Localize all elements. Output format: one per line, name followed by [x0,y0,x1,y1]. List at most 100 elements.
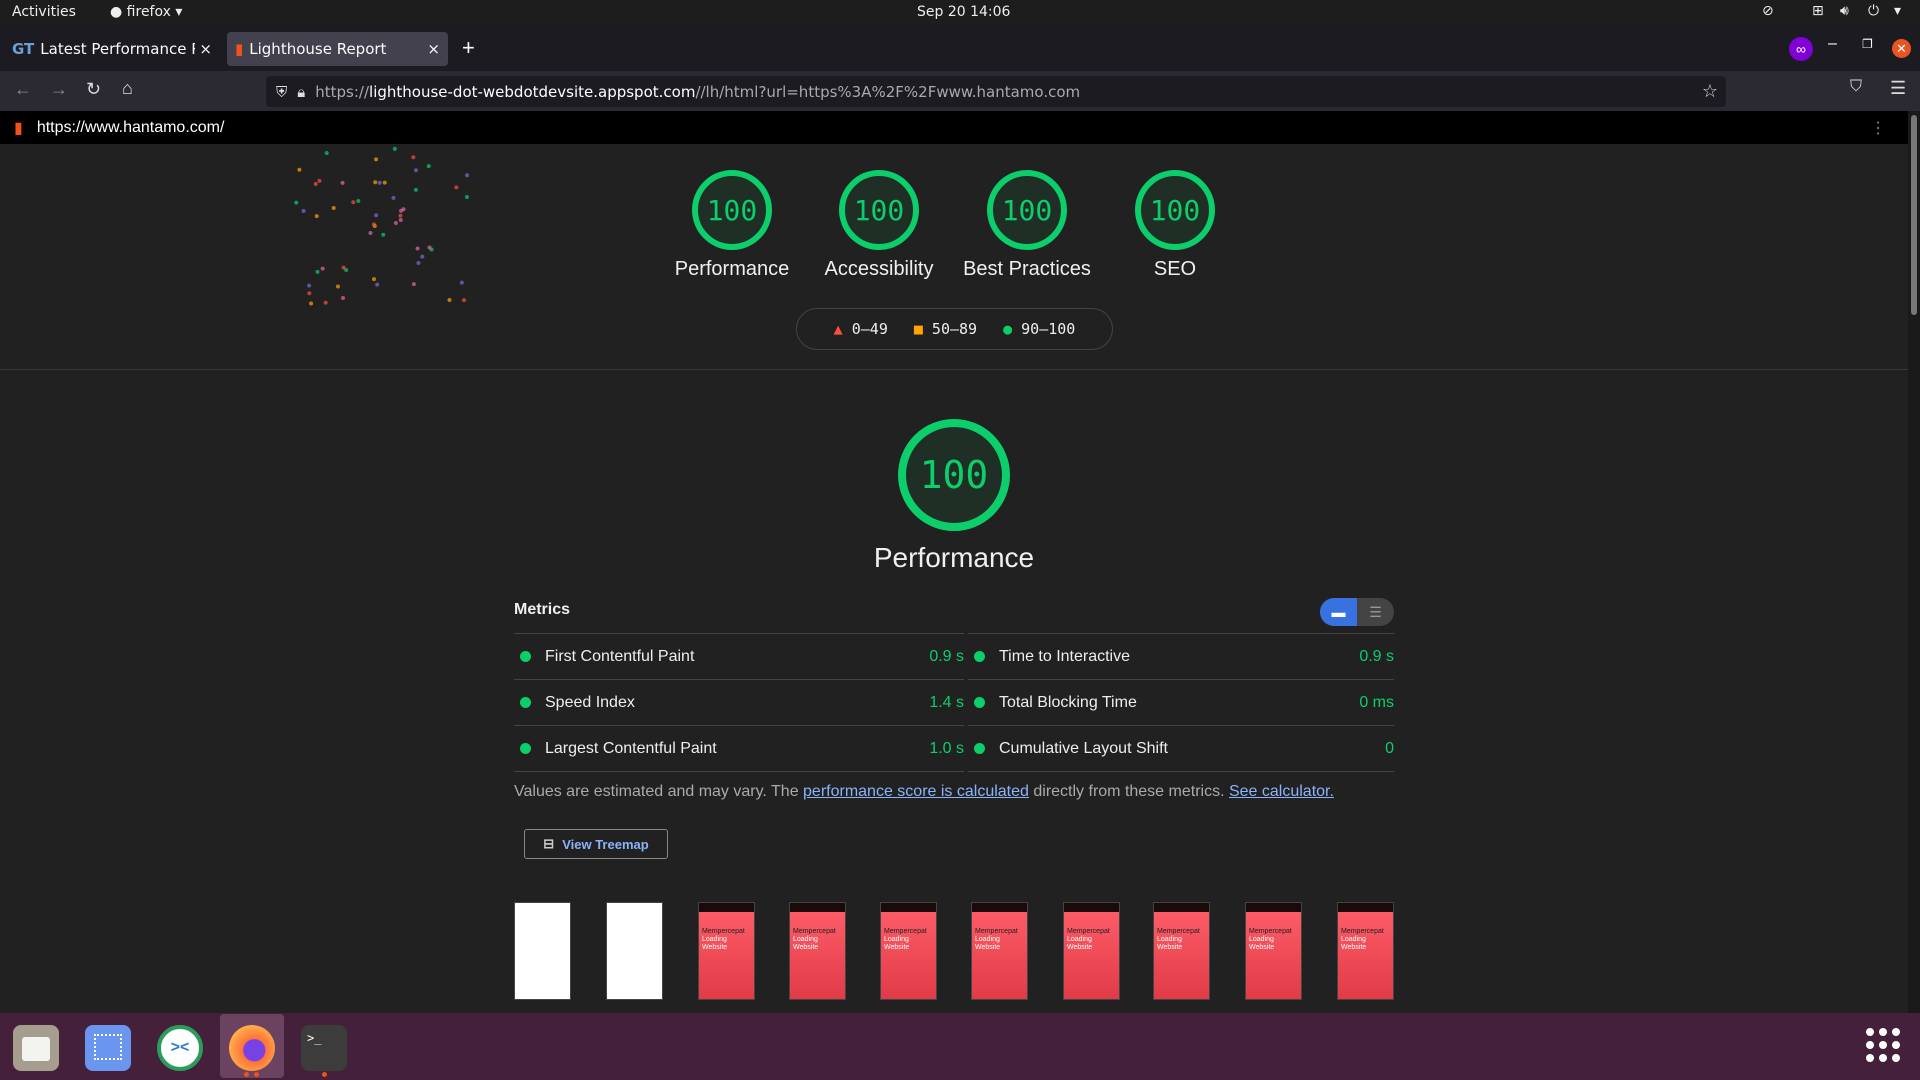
tab-lighthouse-report[interactable]: ▮ Lighthouse Report × [227,32,448,66]
confetti-dot [309,301,314,306]
frame-text: Website [975,944,1001,951]
tab-bar: GT Latest Performance Repo × ▮ Lighthous… [0,27,1920,71]
forward-icon[interactable]: → [50,79,68,100]
bookmark-star-icon[interactable]: ☆ [1702,81,1718,102]
url-scheme: https:// [315,82,370,101]
metric-label: Largest Contentful Paint [545,739,717,757]
legend-pass: ● 90–100 [1003,320,1075,338]
confetti-dot [392,146,397,151]
close-window-icon[interactable]: ✕ [1892,39,1911,58]
terminal-app-icon[interactable]: >_ [301,1025,347,1071]
metric-value: 1.0 s [929,739,964,757]
score-calculated-link[interactable]: performance score is calculated [803,783,1029,800]
pass-circle-icon [974,651,985,662]
compact-view-icon[interactable]: ▬ [1320,598,1357,626]
score: 100 [1135,170,1215,250]
close-tab-icon[interactable]: × [199,40,212,58]
expanded-view-icon[interactable]: ☰ [1357,598,1394,626]
metric-row: Largest Contentful Paint 1.0 s [514,726,964,772]
confetti-dot [374,157,379,162]
lock-icon[interactable]: 🔒︎ [297,83,305,101]
confetti-dot [391,195,396,200]
gauge-label: Performance [674,258,790,280]
network-icon[interactable]: ⊞ [1812,3,1824,19]
remote-desktop-app-icon[interactable]: >< [157,1025,203,1071]
tested-url-link[interactable]: https://www.hantamo.com/ [37,119,225,137]
files-app-icon[interactable] [13,1025,59,1071]
confetti-dot [462,298,467,303]
back-icon[interactable]: ← [14,79,32,100]
lighthouse-favicon-icon: ▮ [235,40,244,58]
more-options-icon[interactable]: ⋮ [1870,118,1886,138]
confetti-dot [320,266,325,271]
report-topbar: ▮ https://www.hantamo.com/ ⋮ [0,111,1908,144]
firefox-app-icon[interactable] [229,1025,275,1071]
confetti-dot [382,180,387,185]
close-tab-icon[interactable]: × [427,40,440,58]
home-icon[interactable]: ⌂ [122,78,133,99]
filmstrip-frame: Mempercepat Loading Website [789,902,846,1000]
gauge-performance[interactable]: 100 Performance [652,170,812,281]
confetti-dot [377,180,382,185]
system-menu-chevron-icon[interactable]: ▾ [1894,3,1901,19]
system-top-bar: Activities ● firefox ▾ Sep 20 14:06 ⊘ ⊞ … [0,0,1920,27]
confetti-dot [351,200,356,205]
frame-text: Loading [1249,936,1274,943]
frame-text: Mempercepat [1249,928,1292,935]
confetti-dot [341,296,346,301]
confetti-dot [411,282,416,287]
dock [0,1013,1920,1080]
frame-text: Website [793,944,819,951]
score: 100 [839,170,919,250]
activities-button[interactable]: Activities [12,4,76,20]
confetti-dot [447,297,452,302]
divider [0,369,1908,370]
show-apps-grid-icon[interactable] [1866,1028,1900,1062]
screenshot-app-icon[interactable] [85,1025,131,1071]
view-treemap-button[interactable]: ⊟ View Treemap [524,829,668,859]
remote-icon[interactable]: ⊘ [1762,3,1774,19]
gauge-seo[interactable]: 100 SEO [1095,170,1255,281]
confetti-dot [294,200,299,205]
filmstrip-frame: Mempercepat Loading Website [1245,902,1302,1000]
menu-icon[interactable]: ☰ [1890,78,1906,99]
tab-label: Latest Performance Repo [40,40,195,58]
confetti-dot [301,208,306,213]
pocket-icon[interactable]: ⛉ [1850,78,1862,96]
legend-fail: ▲ 0–49 [834,320,888,338]
tab-label: Lighthouse Report [249,40,387,58]
frame-text: Loading [793,936,818,943]
frame-text: Website [1249,944,1275,951]
address-bar[interactable]: ⛨ 🔒︎ https://lighthouse-dot-webdotdevsit… [266,76,1726,107]
gauge-accessibility[interactable]: 100 Accessibility [799,170,959,281]
tab-latest-performance-report[interactable]: GT Latest Performance Repo × [4,32,220,66]
metrics-view-toggle[interactable]: ▬ ☰ [1320,598,1394,626]
gt-favicon-icon: GT [12,40,35,58]
tracking-shield-icon[interactable]: ⛨ [276,83,287,101]
frame-text: Loading [975,936,1000,943]
restore-icon[interactable]: ❐ [1862,37,1873,51]
pass-circle-icon [520,651,531,662]
lighthouse-logo-icon: ▮ [14,119,23,137]
frame-text: Mempercepat [1067,928,1110,935]
confetti-dot [420,254,425,259]
circle-icon: ● [1003,320,1013,338]
frame-text: Mempercepat [1341,928,1384,935]
gauge-best-practices[interactable]: 100 Best Practices [947,170,1107,281]
clock[interactable]: Sep 20 14:06 [917,4,1010,20]
frame-text: Mempercepat [975,928,1018,935]
confetti-dot [368,231,373,236]
new-tab-icon[interactable]: + [462,35,475,61]
reload-icon[interactable]: ↻ [86,79,101,100]
confetti-dot [331,205,336,210]
score: 100 [987,170,1067,250]
note-text: directly from these metrics. [1028,783,1229,800]
volume-icon[interactable]: 🔊︎ [1840,3,1849,19]
see-calculator-link[interactable]: See calculator. [1229,783,1334,800]
minimize-icon[interactable]: – [1828,35,1837,53]
filmstrip-frame [606,902,663,1000]
scrollbar[interactable] [1908,111,1920,1013]
app-menu[interactable]: ● firefox ▾ [110,4,182,20]
power-icon[interactable]: ⏻ [1868,3,1879,19]
confetti-dot [413,168,418,173]
